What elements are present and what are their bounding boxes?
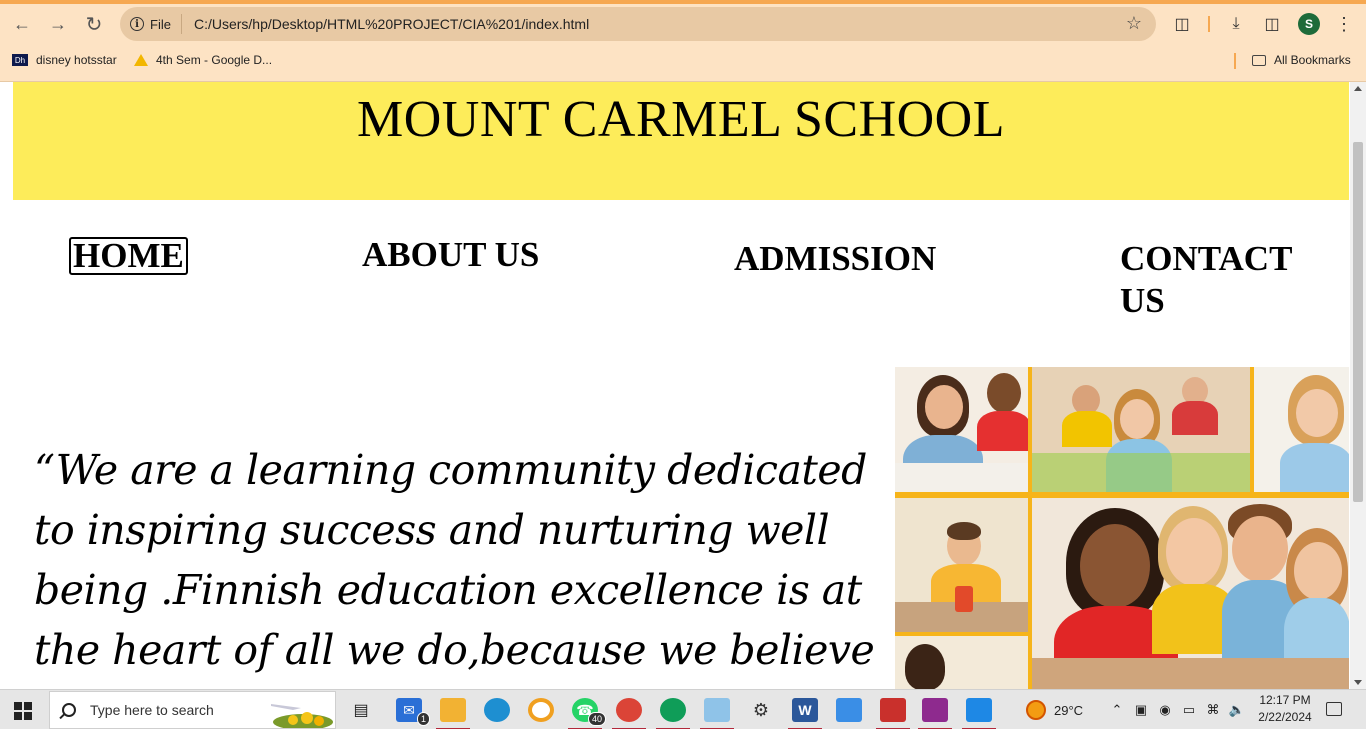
folder-icon xyxy=(1252,54,1266,66)
chrome-profile-icon[interactable] xyxy=(612,698,646,729)
bookmark-label: 4th Sem - Google D... xyxy=(156,53,273,67)
nav-about-link[interactable]: ABOUT US xyxy=(362,234,539,276)
url-text[interactable]: C:/Users/hp/Desktop/HTML%20PROJECT/CIA%2… xyxy=(194,16,589,32)
scroll-down-icon[interactable] xyxy=(1354,680,1362,685)
bookmark-item[interactable]: 4th Sem - Google D... xyxy=(134,53,272,67)
notepad-icon[interactable] xyxy=(700,698,734,729)
weather-sun-icon xyxy=(1026,700,1046,720)
page-scrollbar[interactable] xyxy=(1350,82,1366,689)
bookmark-star-icon[interactable]: ☆ xyxy=(1126,13,1142,34)
address-bar[interactable]: i File C:/Users/hp/Desktop/HTML%20PROJEC… xyxy=(120,7,1156,41)
bookmark-item[interactable]: Dh disney hotsstar xyxy=(12,53,117,67)
mission-quote: “We are a learning community dedicated t… xyxy=(34,446,875,674)
site-info-chip[interactable]: i File xyxy=(130,14,182,34)
nav-home-link[interactable]: HOME xyxy=(69,237,188,275)
school-header: MOUNT CARMEL SCHOOL xyxy=(13,82,1349,200)
search-icon xyxy=(62,703,76,717)
scrollbar-thumb[interactable] xyxy=(1353,142,1363,502)
photo-tile xyxy=(1254,367,1349,492)
photo-tile xyxy=(895,636,1028,689)
hotstar-icon: Dh xyxy=(12,54,28,66)
search-placeholder: Type here to search xyxy=(90,702,214,718)
forward-icon[interactable]: → xyxy=(45,11,71,37)
word-icon[interactable]: W xyxy=(788,698,822,729)
task-view-icon[interactable]: ▤ xyxy=(348,698,374,722)
settings-gear-icon[interactable]: ⚙ xyxy=(748,698,774,722)
nav-contact-link[interactable]: CONTACT US xyxy=(1120,238,1320,322)
all-bookmarks-button[interactable]: All Bookmarks xyxy=(1252,53,1351,67)
whatsapp-badge: 40 xyxy=(587,712,606,726)
mail-icon[interactable]: ✉ 1 xyxy=(396,698,430,726)
page-viewport: MOUNT CARMEL SCHOOL HOME ABOUT US ADMISS… xyxy=(0,82,1366,689)
battery-icon[interactable]: ▭ xyxy=(1180,701,1198,719)
photo-tile xyxy=(895,498,1028,632)
students-photo-collage xyxy=(895,367,1349,689)
windows-taskbar: Type here to search ▤ ✉ 1 ☎ 40 ⚙ W 29°C ⌃ … xyxy=(0,689,1366,729)
whatsapp-icon[interactable]: ☎ 40 xyxy=(568,698,606,729)
school-title: MOUNT CARMEL SCHOOL xyxy=(357,91,1005,148)
bookmarks-divider xyxy=(1234,53,1236,69)
taskbar-clock[interactable]: 12:17 PM 2/22/2024 xyxy=(1252,692,1318,726)
photos-icon[interactable] xyxy=(836,698,862,722)
side-panel-icon[interactable]: ◫ xyxy=(1260,12,1284,36)
chevron-up-icon[interactable]: ⌃ xyxy=(1108,701,1126,719)
profile-avatar[interactable]: S xyxy=(1298,13,1320,35)
extensions-icon[interactable]: ◫ xyxy=(1170,12,1194,36)
meet-now-icon[interactable]: ▣ xyxy=(1132,701,1150,719)
edge-icon[interactable] xyxy=(484,698,510,722)
download-icon[interactable]: ⤓ xyxy=(1224,12,1248,36)
site-info-label: File xyxy=(150,16,171,32)
file-explorer-icon[interactable] xyxy=(436,698,470,729)
info-icon: i xyxy=(130,17,144,31)
notification-icon[interactable] xyxy=(1326,702,1342,716)
scroll-up-icon[interactable] xyxy=(1354,86,1362,91)
google-drive-icon xyxy=(134,54,148,66)
tab-strip-edge xyxy=(0,0,1366,4)
reload-icon[interactable]: ↻ xyxy=(81,11,107,37)
camera-icon[interactable]: ◉ xyxy=(1156,701,1174,719)
bookmark-label: disney hotsstar xyxy=(36,53,117,67)
bookmarks-bar: Dh disney hotsstar 4th Sem - Google D...… xyxy=(0,48,1366,74)
weather-temp: 29°C xyxy=(1054,702,1084,718)
menu-kebab-icon[interactable]: ⋮ xyxy=(1332,12,1356,36)
clock-time: 12:17 PM xyxy=(1259,693,1311,707)
back-icon[interactable]: ← xyxy=(9,11,35,37)
volume-mute-icon[interactable]: 🔈 xyxy=(1228,701,1246,719)
windows-start-icon[interactable] xyxy=(14,702,32,720)
clock-date: 2/22/2024 xyxy=(1258,710,1312,724)
chrome-canary-icon[interactable] xyxy=(528,698,554,722)
chrome-icon[interactable] xyxy=(656,698,690,729)
photo-tile xyxy=(895,367,1028,492)
mail-badge: 1 xyxy=(416,712,430,726)
vscode-icon[interactable] xyxy=(962,698,996,729)
powerbi-icon[interactable] xyxy=(876,698,910,729)
search-highlight-illustration xyxy=(271,704,333,728)
toolbar-divider xyxy=(1208,16,1210,32)
wifi-icon[interactable]: ⌘ xyxy=(1204,701,1222,719)
nav-admission-link[interactable]: ADMISSION xyxy=(734,238,936,280)
all-bookmarks-label: All Bookmarks xyxy=(1274,53,1351,67)
photo-tile xyxy=(1032,498,1349,689)
photo-tile xyxy=(1032,367,1250,492)
taskbar-search-input[interactable]: Type here to search xyxy=(49,691,336,729)
winrar-icon[interactable] xyxy=(918,698,952,729)
weather-widget[interactable]: 29°C xyxy=(1026,700,1083,720)
browser-chrome: ← → ↻ i File C:/Users/hp/Desktop/HTML%20… xyxy=(0,0,1366,82)
